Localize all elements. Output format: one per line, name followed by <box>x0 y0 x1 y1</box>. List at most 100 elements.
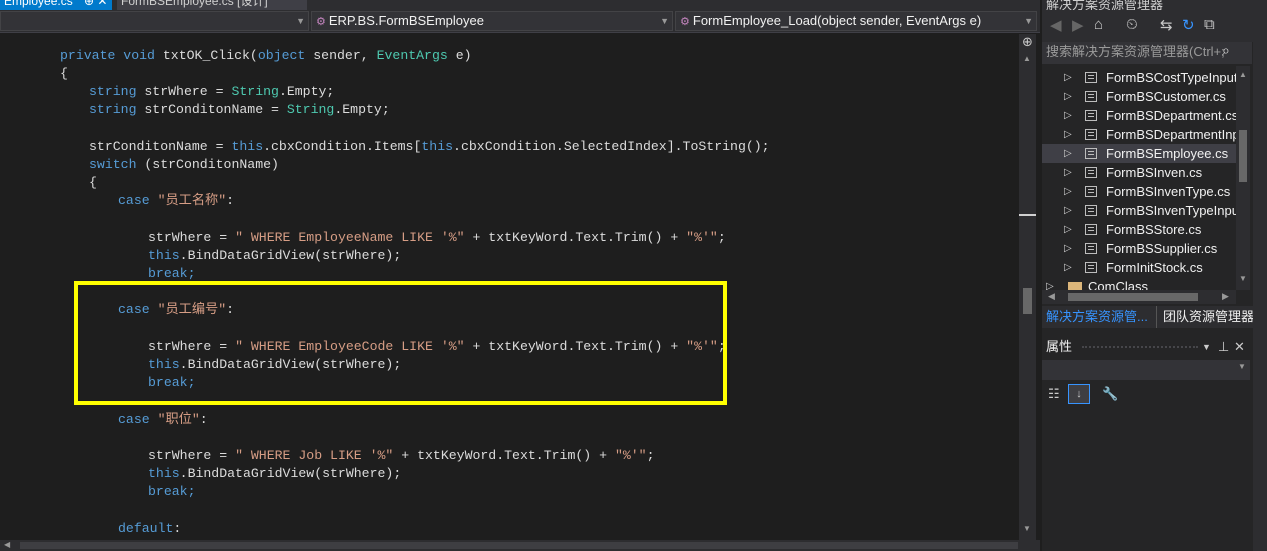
scroll-left-icon[interactable]: ◀ <box>1048 291 1055 302</box>
expand-arrow-icon[interactable]: ▷ <box>1064 239 1072 258</box>
folder-icon <box>1068 282 1082 290</box>
tree-item[interactable]: ▷ FormBSSupplier.cs <box>1042 239 1236 258</box>
form-file-icon <box>1085 243 1097 254</box>
expand-arrow-icon[interactable]: ▷ <box>1064 201 1072 220</box>
scroll-up-icon[interactable]: ▲ <box>1239 70 1247 79</box>
solution-tree[interactable]: ▷ FormBSCostTypeInput ▷ FormBSCustomer.cs ▷ F… <box>1042 66 1236 290</box>
scroll-down-icon[interactable]: ▼ <box>1023 524 1031 533</box>
method-icon: ⚙ <box>680 16 690 28</box>
tree-item[interactable]: ▷ FormBSCostTypeInput <box>1042 68 1236 87</box>
chevron-down-icon[interactable]: ▼ <box>1202 336 1211 358</box>
chevron-down-icon: ▼ <box>1024 16 1033 26</box>
expand-arrow-icon[interactable]: ▷ <box>1064 163 1072 182</box>
scroll-marker <box>1019 214 1036 216</box>
scroll-thumb[interactable] <box>1068 293 1198 301</box>
expand-arrow-icon[interactable]: ▷ <box>1064 220 1072 239</box>
scroll-up-icon[interactable]: ▲ <box>1023 54 1031 63</box>
tree-item-label: FormBSCustomer.cs <box>1106 89 1226 104</box>
expand-arrow-icon[interactable]: ▷ <box>1064 125 1072 144</box>
scroll-thumb[interactable] <box>1023 288 1032 314</box>
tree-item[interactable]: ▷ FormBSDepartment.cs <box>1042 106 1236 125</box>
form-file-icon <box>1085 262 1097 273</box>
expand-arrow-icon[interactable]: ▷ <box>1064 258 1072 277</box>
tree-vertical-scrollbar[interactable]: ▲ ▼ <box>1236 66 1250 290</box>
project-combo[interactable]: ▼ <box>0 11 309 31</box>
panel-tab-strip: 解决方案资源管... 团队资源管理器 <box>1042 306 1267 328</box>
chevron-down-icon: ▼ <box>1238 362 1246 371</box>
tree-item[interactable]: ▷ FormBSInven.cs <box>1042 163 1236 182</box>
tab-label: Employee.cs <box>4 0 73 8</box>
sync-icon[interactable]: ⇆ <box>1160 16 1173 34</box>
split-icon[interactable]: ⊕ <box>1021 34 1034 50</box>
expand-arrow-icon[interactable]: ▷ <box>1064 87 1072 106</box>
categorized-icon[interactable]: ☷ <box>1048 386 1060 402</box>
expand-arrow-icon[interactable]: ▷ <box>1064 144 1072 163</box>
chevron-down-icon: ▼ <box>296 16 305 26</box>
tab-solution-explorer[interactable]: 解决方案资源管... <box>1046 306 1148 328</box>
solution-search-input[interactable]: 搜索解决方案资源管理器(Ctrl+; <box>1042 42 1252 64</box>
properties-toolbar: ☷ ↓ 🔧 <box>1042 382 1250 408</box>
class-combo[interactable]: ⚙ ERP.BS.FormBSEmployee ▼ <box>311 11 673 31</box>
history-icon[interactable]: ⏲ <box>1126 16 1138 33</box>
code-line: default: <box>118 521 182 536</box>
tree-item[interactable]: ▷ FormBSInvenType.cs <box>1042 182 1236 201</box>
pin-icon[interactable]: ⊥ <box>1218 336 1229 358</box>
highlight-box <box>74 281 727 405</box>
code-line: strWhere = " WHERE Job LIKE '%" + txtKey… <box>148 448 655 463</box>
pin-close-icon[interactable]: ⊕ ✕ <box>84 0 107 8</box>
editor-horizontal-scrollbar[interactable]: ◀ <box>0 540 1040 551</box>
tree-horizontal-scrollbar[interactable]: ◀ ▶ <box>1042 290 1236 304</box>
code-line: this.BindDataGridView(strWhere); <box>148 248 402 263</box>
alphabetical-icon[interactable]: ↓ <box>1068 384 1090 404</box>
scroll-right-icon[interactable]: ▶ <box>1222 291 1229 302</box>
editor-vertical-scrollbar[interactable]: ⊕ ▲ ▼ <box>1019 34 1036 540</box>
tree-item[interactable]: ▷ FormBSInvenTypeInpu <box>1042 201 1236 220</box>
properties-header: 属性 ▼ ⊥ ✕ <box>1042 336 1267 358</box>
tab-team-explorer[interactable]: 团队资源管理器 <box>1156 306 1254 328</box>
scroll-down-icon[interactable]: ▼ <box>1239 274 1247 283</box>
tree-item[interactable]: ▷ FormInitStock.cs <box>1042 258 1236 277</box>
back-icon[interactable]: ◀ <box>1050 16 1062 34</box>
toolbox-strip <box>1253 0 1267 551</box>
code-line: break; <box>148 484 196 499</box>
search-icon[interactable]: ⌕ <box>1222 42 1230 59</box>
home-icon[interactable]: ⌂ <box>1094 16 1103 33</box>
refresh-icon[interactable]: ↻ <box>1182 16 1195 34</box>
collapse-icon[interactable]: ⧉ <box>1204 16 1215 33</box>
member-combo[interactable]: ⚙ FormEmployee_Load(object sender, EventA… <box>675 11 1037 31</box>
code-line: strConditonName = this.cbxCondition.Item… <box>89 139 770 154</box>
tree-item[interactable]: ▷ FormBSEmployee.cs <box>1042 144 1236 163</box>
tree-item-label: FormBSSupplier.cs <box>1106 241 1218 256</box>
code-line: { <box>89 175 97 190</box>
tab-designer[interactable]: FormBSEmployee.cs [设计] <box>117 0 307 10</box>
expand-arrow-icon[interactable]: ▷ <box>1046 277 1054 290</box>
code-line: switch (strConditonName) <box>89 157 279 172</box>
properties-grid <box>1042 408 1250 551</box>
forward-icon[interactable]: ▶ <box>1072 16 1084 34</box>
chevron-down-icon: ▼ <box>660 16 669 26</box>
scroll-thumb[interactable] <box>1239 130 1247 182</box>
tree-item[interactable]: ▷ FormBSStore.cs <box>1042 220 1236 239</box>
code-line: private void txtOK_Click(object sender, … <box>60 48 472 63</box>
tree-item[interactable]: ▷ ComClass <box>1042 277 1236 290</box>
form-file-icon <box>1085 91 1097 102</box>
close-icon[interactable]: ✕ <box>1234 336 1245 358</box>
form-file-icon <box>1085 72 1097 83</box>
form-file-icon <box>1085 148 1097 159</box>
tab-employee-cs[interactable]: Employee.cs ⊕ ✕ <box>0 0 112 10</box>
form-file-icon <box>1085 205 1097 216</box>
navigation-bar: ▼ ⚙ ERP.BS.FormBSEmployee ▼ ⚙ FormEmployee_… <box>0 10 1040 33</box>
tree-item-label: FormBSInvenType.cs <box>1106 184 1231 199</box>
scroll-left-icon[interactable]: ◀ <box>4 540 10 549</box>
expand-arrow-icon[interactable]: ▷ <box>1064 182 1072 201</box>
tree-item[interactable]: ▷ FormBSDepartmentInp <box>1042 125 1236 144</box>
form-file-icon <box>1085 129 1097 140</box>
expand-arrow-icon[interactable]: ▷ <box>1064 68 1072 87</box>
solution-toolbar: ◀ ▶ ⌂ ⏲ ⇆ ↻ ⧉ <box>1042 10 1267 42</box>
code-line: string strWhere = String.Empty; <box>89 84 335 99</box>
wrench-icon[interactable]: 🔧 <box>1102 386 1118 402</box>
class-combo-value: ERP.BS.FormBSEmployee <box>328 13 484 28</box>
tree-item[interactable]: ▷ FormBSCustomer.cs <box>1042 87 1236 106</box>
expand-arrow-icon[interactable]: ▷ <box>1064 106 1072 125</box>
properties-object-combo[interactable]: ▼ <box>1042 360 1250 380</box>
